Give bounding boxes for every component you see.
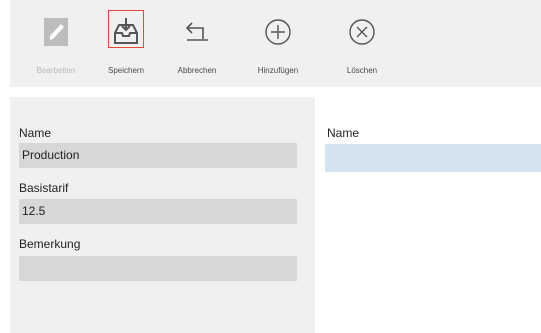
basistarif-field[interactable]: 12.5 xyxy=(19,199,297,224)
save-button[interactable]: Speichern xyxy=(96,6,156,84)
list-row-selected[interactable] xyxy=(325,144,541,172)
name-column-header[interactable]: Name xyxy=(327,126,359,140)
bemerkung-label: Bemerkung xyxy=(19,237,81,251)
delete-button[interactable]: Löschen xyxy=(332,6,392,84)
inbox-save-icon xyxy=(106,12,146,52)
undo-arrow-icon xyxy=(177,12,217,52)
edit-button-label: Bearbeiten xyxy=(36,66,76,75)
cancel-button[interactable]: Abbrechen xyxy=(167,6,227,84)
basistarif-label: Basistarif xyxy=(19,181,69,195)
cancel-button-label: Abbrechen xyxy=(177,66,217,75)
bemerkung-field[interactable] xyxy=(19,256,297,281)
pencil-icon xyxy=(36,12,76,52)
toolbar: Bearbeiten Speichern Abbrechen Hinzufüge… xyxy=(10,0,541,87)
add-button[interactable]: Hinzufügen xyxy=(248,6,308,84)
name-list: Name xyxy=(325,120,541,333)
delete-button-label: Löschen xyxy=(346,66,378,75)
save-button-label: Speichern xyxy=(107,66,145,75)
edit-button[interactable]: Bearbeiten xyxy=(26,6,86,84)
name-label: Name xyxy=(19,126,52,140)
name-field[interactable]: Production xyxy=(19,143,297,168)
detail-form: Name Production Basistarif 12.5 Bemerkun… xyxy=(10,97,315,333)
add-button-label: Hinzufügen xyxy=(257,66,299,75)
plus-circle-icon xyxy=(258,12,298,52)
x-circle-icon xyxy=(342,12,382,52)
